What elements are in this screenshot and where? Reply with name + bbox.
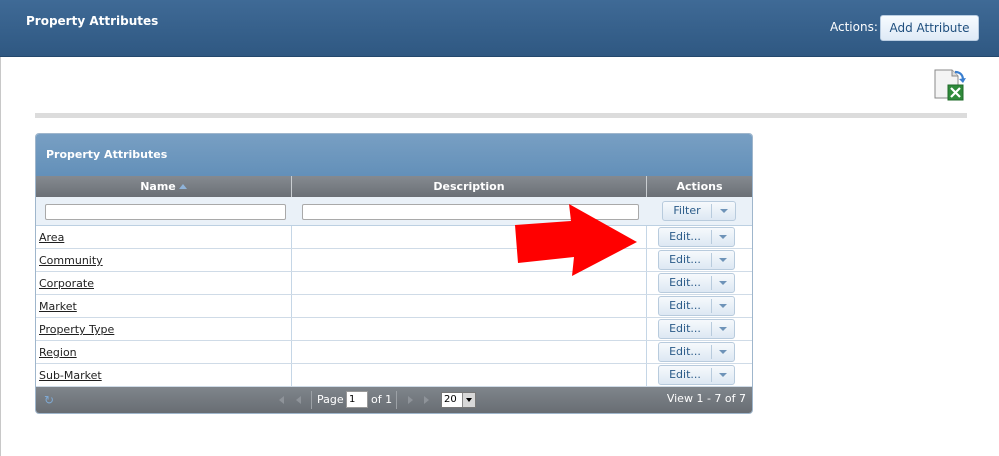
- split-divider: [711, 230, 712, 244]
- cell-divider: [291, 318, 292, 340]
- split-divider: [711, 345, 712, 359]
- chevron-down-icon[interactable]: [719, 304, 727, 308]
- pager-divider: [396, 391, 397, 409]
- chevron-down-icon[interactable]: [719, 373, 727, 377]
- cell-divider: [291, 295, 292, 317]
- edit-button[interactable]: Edit...: [659, 343, 711, 361]
- page-label: Page: [317, 393, 344, 406]
- cell-divider: [291, 341, 292, 363]
- add-attribute-button[interactable]: Add Attribute: [880, 15, 979, 41]
- column-header-actions: Actions: [647, 176, 752, 197]
- sort-ascending-icon: [178, 184, 187, 189]
- split-divider: [711, 253, 712, 267]
- cell-divider: [646, 341, 647, 363]
- attribute-name-link[interactable]: Market: [39, 300, 77, 313]
- page-number-input[interactable]: 1: [346, 391, 368, 408]
- chevron-down-icon[interactable]: [719, 281, 727, 285]
- page-header-bar: Property Attributes Actions: Add Attribu…: [0, 0, 999, 57]
- grid-pager: ↻ Page 1 of 1 20 View 1 - 7 of 7: [36, 387, 752, 413]
- attribute-name-link[interactable]: Corporate: [39, 277, 94, 290]
- filter-row: Filter: [36, 197, 752, 226]
- attribute-name-link[interactable]: Sub-Market: [39, 369, 102, 382]
- column-header-description-label: Description: [433, 180, 505, 193]
- table-row: Community Edit...: [36, 249, 752, 272]
- split-divider: [711, 204, 712, 218]
- split-divider: [711, 322, 712, 336]
- cell-divider: [291, 249, 292, 271]
- attribute-name-link[interactable]: Property Type: [39, 323, 114, 336]
- view-summary: View 1 - 7 of 7: [666, 392, 746, 405]
- first-page-icon[interactable]: [279, 396, 284, 404]
- chevron-down-icon: [462, 393, 475, 407]
- column-header-name[interactable]: Name: [36, 176, 292, 197]
- edit-button[interactable]: Edit...: [659, 320, 711, 338]
- page-title: Property Attributes: [26, 14, 159, 28]
- prev-page-icon[interactable]: [296, 396, 301, 404]
- cell-divider: [291, 364, 292, 386]
- name-filter-input[interactable]: [45, 204, 286, 220]
- split-divider: [711, 276, 712, 290]
- edit-button[interactable]: Edit...: [659, 251, 711, 269]
- cell-divider: [646, 272, 647, 294]
- attribute-name-link[interactable]: Community: [39, 254, 103, 267]
- page-count-label: of 1: [371, 393, 393, 406]
- page-size-value: 20: [444, 394, 457, 405]
- attribute-name-link[interactable]: Region: [39, 346, 77, 359]
- attribute-name-link[interactable]: Area: [39, 231, 64, 244]
- edit-button[interactable]: Edit...: [659, 366, 711, 384]
- edit-button[interactable]: Edit...: [659, 228, 711, 246]
- edit-split-button: Edit...: [658, 365, 735, 385]
- annotation-arrow-icon: [515, 204, 637, 276]
- cell-divider: [646, 295, 647, 317]
- cell-divider: [646, 249, 647, 271]
- table-row: Corporate Edit...: [36, 272, 752, 295]
- page-size-select[interactable]: 20: [441, 392, 476, 408]
- refresh-icon[interactable]: ↻: [44, 394, 56, 406]
- excel-export-icon[interactable]: [932, 68, 966, 102]
- column-header-actions-label: Actions: [676, 180, 723, 193]
- cell-divider: [646, 364, 647, 386]
- edit-split-button: Edit...: [658, 250, 735, 270]
- cell-divider: [646, 226, 647, 248]
- edit-split-button: Edit...: [658, 342, 735, 362]
- table-row: Market Edit...: [36, 295, 752, 318]
- column-header-name-label: Name: [140, 180, 176, 193]
- chevron-down-icon[interactable]: [719, 235, 727, 239]
- filter-split-button: Filter: [662, 201, 736, 221]
- actions-label: Actions:: [830, 20, 878, 34]
- chevron-down-icon[interactable]: [719, 350, 727, 354]
- pager-divider: [311, 391, 312, 409]
- cell-divider: [291, 272, 292, 294]
- edit-split-button: Edit...: [658, 296, 735, 316]
- filter-button[interactable]: Filter: [663, 202, 711, 220]
- split-divider: [711, 299, 712, 313]
- last-page-icon[interactable]: [424, 396, 429, 404]
- edit-split-button: Edit...: [658, 227, 735, 247]
- annotation-arrow-shape: [515, 204, 637, 276]
- attributes-grid: Property Attributes Name Description Act…: [35, 133, 753, 414]
- chevron-down-icon[interactable]: [719, 327, 727, 331]
- cell-divider: [291, 226, 292, 248]
- content-left-border: [0, 57, 1, 456]
- section-divider: [35, 113, 967, 118]
- grid-caption: Property Attributes: [36, 134, 752, 176]
- table-row: Property Type Edit...: [36, 318, 752, 341]
- next-page-icon[interactable]: [408, 396, 413, 404]
- edit-button[interactable]: Edit...: [659, 274, 711, 292]
- chevron-down-icon[interactable]: [719, 258, 727, 262]
- cell-divider: [646, 318, 647, 340]
- edit-button[interactable]: Edit...: [659, 297, 711, 315]
- edit-split-button: Edit...: [658, 273, 735, 293]
- table-row: Sub-Market Edit...: [36, 364, 752, 387]
- table-row: Region Edit...: [36, 341, 752, 364]
- edit-split-button: Edit...: [658, 319, 735, 339]
- split-divider: [711, 368, 712, 382]
- table-row: Area Edit...: [36, 226, 752, 249]
- column-header-description[interactable]: Description: [292, 176, 647, 197]
- filter-dropdown-icon[interactable]: [720, 209, 728, 213]
